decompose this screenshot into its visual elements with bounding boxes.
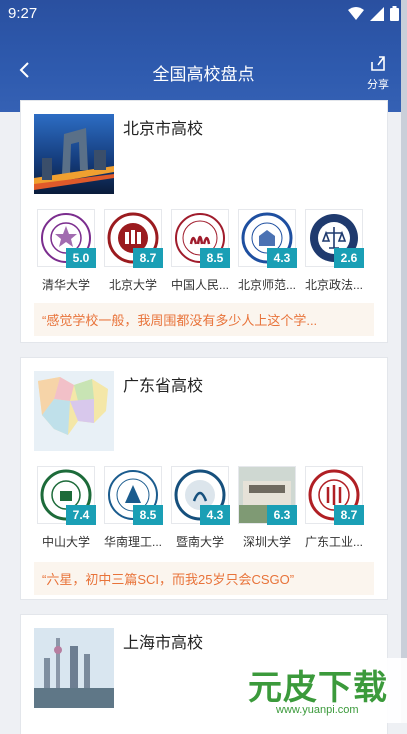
status-time: 9:27 — [8, 5, 38, 22]
watermark-url: www.yuanpi.com — [276, 704, 359, 716]
school-name: 中山大学 — [41, 535, 90, 549]
school-item[interactable]: 8.5 华南理工... — [99, 466, 167, 550]
school-logo: 6.3 — [238, 466, 297, 525]
guangdong-map-image — [34, 371, 114, 451]
school-item[interactable]: 8.5 中国人民... — [166, 209, 234, 293]
score-badge: 5.0 — [66, 248, 96, 268]
school-name: 广东工业... — [304, 535, 363, 549]
card-title: 北京市高校 — [123, 121, 204, 138]
school-name: 深圳大学 — [242, 535, 291, 549]
school-logo: 8.5 — [104, 466, 163, 525]
school-name: 清华大学 — [41, 278, 90, 292]
school-list: 7.4 中山大学 8.5 华南理工... 4.3 暨南大学 6.3 深圳大学 8… — [32, 466, 367, 550]
school-item[interactable]: 7.4 中山大学 — [32, 466, 100, 550]
school-logo: 7.4 — [37, 466, 96, 525]
score-badge: 8.5 — [133, 505, 163, 525]
top-header: 9:27 全国高校盘点 分享 — [0, 0, 407, 112]
school-logo: 8.7 — [104, 209, 163, 268]
share-label: 分享 — [367, 78, 389, 91]
region-card-beijing[interactable]: 北京市高校 5.0 清华大学 8.7 北京大学 8.5 中国人民... 4.3 … — [20, 100, 388, 343]
school-name: 华南理工... — [103, 535, 162, 549]
review-quote[interactable]: “六星，初中三篇SCI，而我25岁只会CSGO” — [34, 562, 374, 595]
battery-icon — [390, 6, 399, 21]
school-logo: 4.3 — [171, 466, 230, 525]
score-badge: 4.3 — [200, 505, 230, 525]
page-title: 全国高校盘点 — [152, 65, 255, 84]
score-badge: 8.7 — [133, 248, 163, 268]
school-logo: 8.5 — [171, 209, 230, 268]
school-name: 中国人民... — [170, 278, 229, 292]
school-item[interactable]: 8.7 广东工业... — [300, 466, 368, 550]
score-badge: 8.5 — [200, 248, 230, 268]
school-name: 暨南大学 — [175, 535, 224, 549]
school-item[interactable]: 8.7 北京大学 — [99, 209, 167, 293]
scroll-track — [401, 0, 407, 723]
share-icon — [371, 56, 385, 71]
shanghai-cover-image — [34, 628, 114, 708]
school-name: 北京师范... — [237, 278, 296, 292]
score-badge: 7.4 — [66, 505, 96, 525]
share-button[interactable]: 分享 — [363, 54, 393, 92]
signal-icon — [370, 6, 384, 21]
status-bar: 9:27 — [0, 0, 407, 30]
school-item[interactable]: 6.3 深圳大学 — [233, 466, 301, 550]
school-logo: 2.6 — [305, 209, 364, 268]
school-item[interactable]: 2.6 北京政法... — [300, 209, 368, 293]
score-badge: 2.6 — [334, 248, 364, 268]
card-title: 上海市高校 — [123, 635, 204, 652]
school-item[interactable]: 4.3 暨南大学 — [166, 466, 234, 550]
card-title: 广东省高校 — [123, 378, 204, 395]
school-name: 北京大学 — [108, 278, 157, 292]
watermark: 元皮下载 www.yuanpi.com — [242, 658, 407, 723]
region-card-guangdong[interactable]: 广东省高校 7.4 中山大学 8.5 华南理工... 4.3 暨南大学 6.3 … — [20, 357, 388, 600]
watermark-text: 元皮下载 — [248, 668, 388, 708]
school-list: 5.0 清华大学 8.7 北京大学 8.5 中国人民... 4.3 北京师范..… — [32, 209, 367, 293]
beijing-cover-image — [34, 114, 114, 194]
nav-bar: 全国高校盘点 分享 — [0, 52, 407, 92]
wifi-icon — [348, 6, 364, 20]
school-item[interactable]: 4.3 北京师范... — [233, 209, 301, 293]
school-name: 北京政法... — [304, 278, 363, 292]
school-logo: 5.0 — [37, 209, 96, 268]
score-badge: 4.3 — [267, 248, 297, 268]
school-logo: 4.3 — [238, 209, 297, 268]
score-badge: 8.7 — [334, 505, 364, 525]
review-quote[interactable]: “感觉学校一般，我周围都没有多少人上这个学... — [34, 303, 374, 336]
score-badge: 6.3 — [267, 505, 297, 525]
school-logo: 8.7 — [305, 466, 364, 525]
school-item[interactable]: 5.0 清华大学 — [32, 209, 100, 293]
status-icons — [348, 6, 399, 21]
